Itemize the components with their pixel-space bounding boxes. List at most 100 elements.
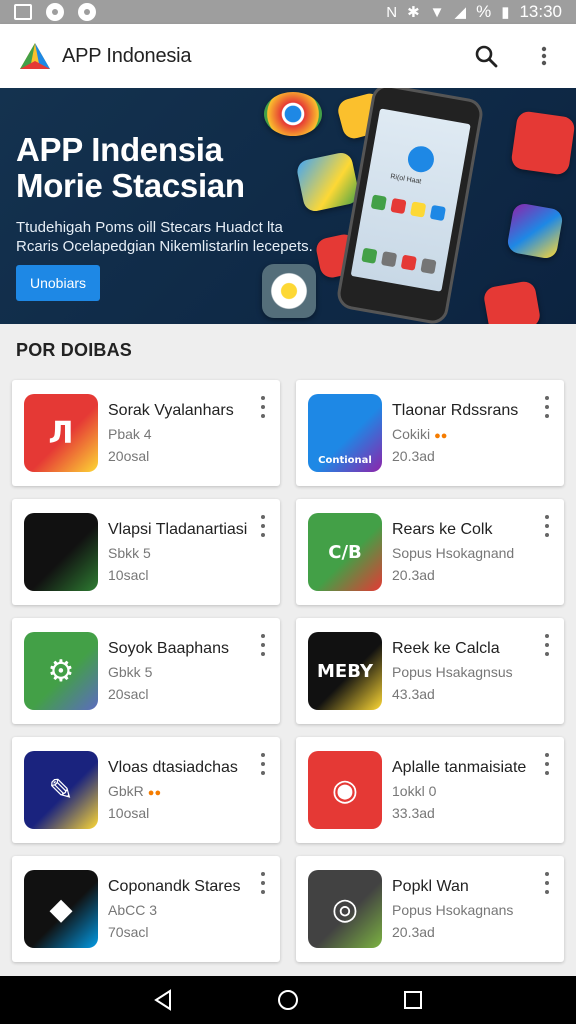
star-app-icon — [482, 279, 542, 324]
app-card-text: Reek ke Calcla Popus Hsakagnsus 43.3ad — [392, 640, 517, 702]
phone-app-label: Ri(ol Haat — [389, 173, 422, 186]
app-meta-text: Gbkk 5 — [108, 664, 153, 680]
status-bar: N ✱ ▼ ◢ % ▮ 13:30 — [0, 0, 576, 24]
more-dot-icon — [261, 414, 265, 418]
app-icon-glyph: ◎ — [331, 891, 359, 927]
recents-button[interactable] — [393, 980, 433, 1020]
bluetooth-icon: ✱ — [407, 3, 420, 21]
app-card[interactable]: ◉ Aplalle tanmaisiate 1okkl 0 33.3ad — [296, 737, 564, 843]
card-more-button[interactable] — [540, 396, 554, 418]
battery-percent: % — [476, 2, 492, 21]
app-name: Popkl Wan — [392, 878, 469, 895]
app-meta-badge: ●● — [434, 430, 448, 442]
app-size: 20.3ad — [392, 924, 435, 940]
card-more-button[interactable] — [540, 515, 554, 537]
flower-icon — [262, 264, 316, 318]
app-meta: GbkR ●● — [108, 783, 238, 799]
app-card[interactable]: MEBY Reek ke Calcla Popus Hsakagnsus 43.3ad — [296, 618, 564, 724]
app-card[interactable]: ✎ Vloas dtasiadchas GbkR ●● 10osal — [12, 737, 280, 843]
search-icon — [475, 45, 498, 68]
phone-app — [420, 258, 437, 275]
app-meta: Gbkk 5 — [108, 664, 229, 680]
app-card[interactable]: Contional Tlaonar Rdssrans Cokiki ●● 20.3ad — [296, 380, 564, 486]
app-name: Rears ke Colk — [392, 521, 493, 538]
search-button[interactable] — [472, 42, 500, 70]
app-name: Vloas dtasiadchas — [108, 759, 238, 776]
signal-pin-icon: ◉ — [308, 751, 382, 829]
app-card[interactable]: ◎ Popkl Wan Popus Hsokagnans 20.3ad — [296, 856, 564, 962]
more-dot-icon — [261, 524, 265, 528]
promo-banner[interactable]: APP Indensia Morie Stacsian Ttudehigah P… — [0, 88, 576, 324]
card-more-button[interactable] — [256, 396, 270, 418]
system-nav-bar — [0, 976, 576, 1024]
more-dot-icon — [545, 872, 549, 876]
app-name: Coponandk Stares — [108, 878, 241, 895]
signal-icon: ◢ — [454, 3, 467, 21]
app-size: 33.3ad — [392, 805, 435, 821]
app-card-text: Popkl Wan Popus Hsokagnans 20.3ad — [392, 878, 517, 940]
more-dot-icon — [545, 405, 549, 409]
app-size: 20.3ad — [392, 448, 435, 464]
app-meta-text: GbkR — [108, 783, 144, 799]
card-more-button[interactable] — [256, 634, 270, 656]
section-title: POR DOIBAS — [16, 340, 133, 360]
phone-screen: Ri(ol Haat — [350, 108, 471, 292]
app-meta: AbCC 3 — [108, 902, 241, 918]
more-vert-icon — [541, 46, 547, 66]
banner-title-line2: Morie Stacsian — [16, 167, 245, 204]
more-dot-icon — [261, 405, 265, 409]
app-meta: 1okkl 0 — [392, 783, 526, 799]
app-card[interactable]: Л Sorak Vyalanhars Pbak 4 20osal — [12, 380, 280, 486]
app-card-text: Vloas dtasiadchas GbkR ●● 10osal — [108, 759, 238, 821]
more-dot-icon — [545, 771, 549, 775]
banner-title: APP Indensia Morie Stacsian — [16, 132, 245, 204]
chrome-icon — [264, 92, 322, 136]
app-card[interactable]: C/B Rears ke Colk Sopus Hsokagnand 20.3ad — [296, 499, 564, 605]
more-dot-icon — [545, 881, 549, 885]
app-card-text: Tlaonar Rdssrans Cokiki ●● 20.3ad — [392, 402, 518, 464]
banner-cta-button[interactable]: Unobiars — [16, 265, 100, 301]
battery-icon: ▮ — [501, 3, 510, 21]
app-meta: Popus Hsokagnans — [392, 902, 517, 918]
app-size: 10sacl — [108, 567, 149, 583]
app-size: 20osal — [108, 448, 150, 464]
app-card[interactable]: ⚙ Soyok Baaphans Gbkk 5 20sacl — [12, 618, 280, 724]
more-dot-icon — [545, 515, 549, 519]
blue-arrow-icon: ◆ — [24, 870, 98, 948]
card-more-button[interactable] — [540, 753, 554, 775]
card-more-button[interactable] — [256, 872, 270, 894]
app-card-text: Aplalle tanmaisiate 1okkl 0 33.3ad — [392, 759, 526, 821]
app-icon-glyph: C/B — [328, 541, 362, 563]
app-card-text: Coponandk Stares AbCC 3 70sacl — [108, 878, 241, 940]
app-icon-glyph: Contional — [318, 455, 372, 466]
more-dot-icon — [261, 771, 265, 775]
card-more-button[interactable] — [256, 753, 270, 775]
card-more-button[interactable] — [540, 872, 554, 894]
app-name: Soyok Baaphans — [108, 640, 229, 657]
card-more-button[interactable] — [256, 515, 270, 537]
home-button[interactable] — [268, 980, 308, 1020]
app-card[interactable]: ◆ Coponandk Stares AbCC 3 70sacl — [12, 856, 280, 962]
app-size: 43.3ad — [392, 686, 435, 702]
app-card-text: Vlapsi Tladanartiasi Sbkk 5 10sacl — [108, 521, 247, 583]
app-card[interactable]: Vlapsi Tladanartiasi Sbkk 5 10sacl — [12, 499, 280, 605]
camera-lens-icon: Contional — [308, 394, 382, 472]
more-dot-icon — [545, 652, 549, 656]
back-button[interactable] — [143, 980, 183, 1020]
app-name: Sorak Vyalanhars — [108, 402, 234, 419]
phone-app — [429, 204, 446, 222]
app-name: Reek ke Calcla — [392, 640, 500, 657]
app-size: 10osal — [108, 805, 150, 821]
play-logo-icon — [20, 43, 50, 69]
app-meta-text: Pbak 4 — [108, 426, 152, 442]
app-card-text: Sorak Vyalanhars Pbak 4 20osal — [108, 402, 234, 464]
more-dot-icon — [545, 414, 549, 418]
card-more-button[interactable] — [540, 634, 554, 656]
app-meta-text: Sbkk 5 — [108, 545, 151, 561]
more-dot-icon — [545, 753, 549, 757]
app-meta-text: AbCC 3 — [108, 902, 158, 918]
app-meta-text: Sopus Hsokagnand — [392, 545, 515, 561]
app-meta-text: Cokiki — [392, 426, 431, 442]
overflow-menu-button[interactable] — [530, 42, 558, 70]
more-dot-icon — [261, 643, 265, 647]
